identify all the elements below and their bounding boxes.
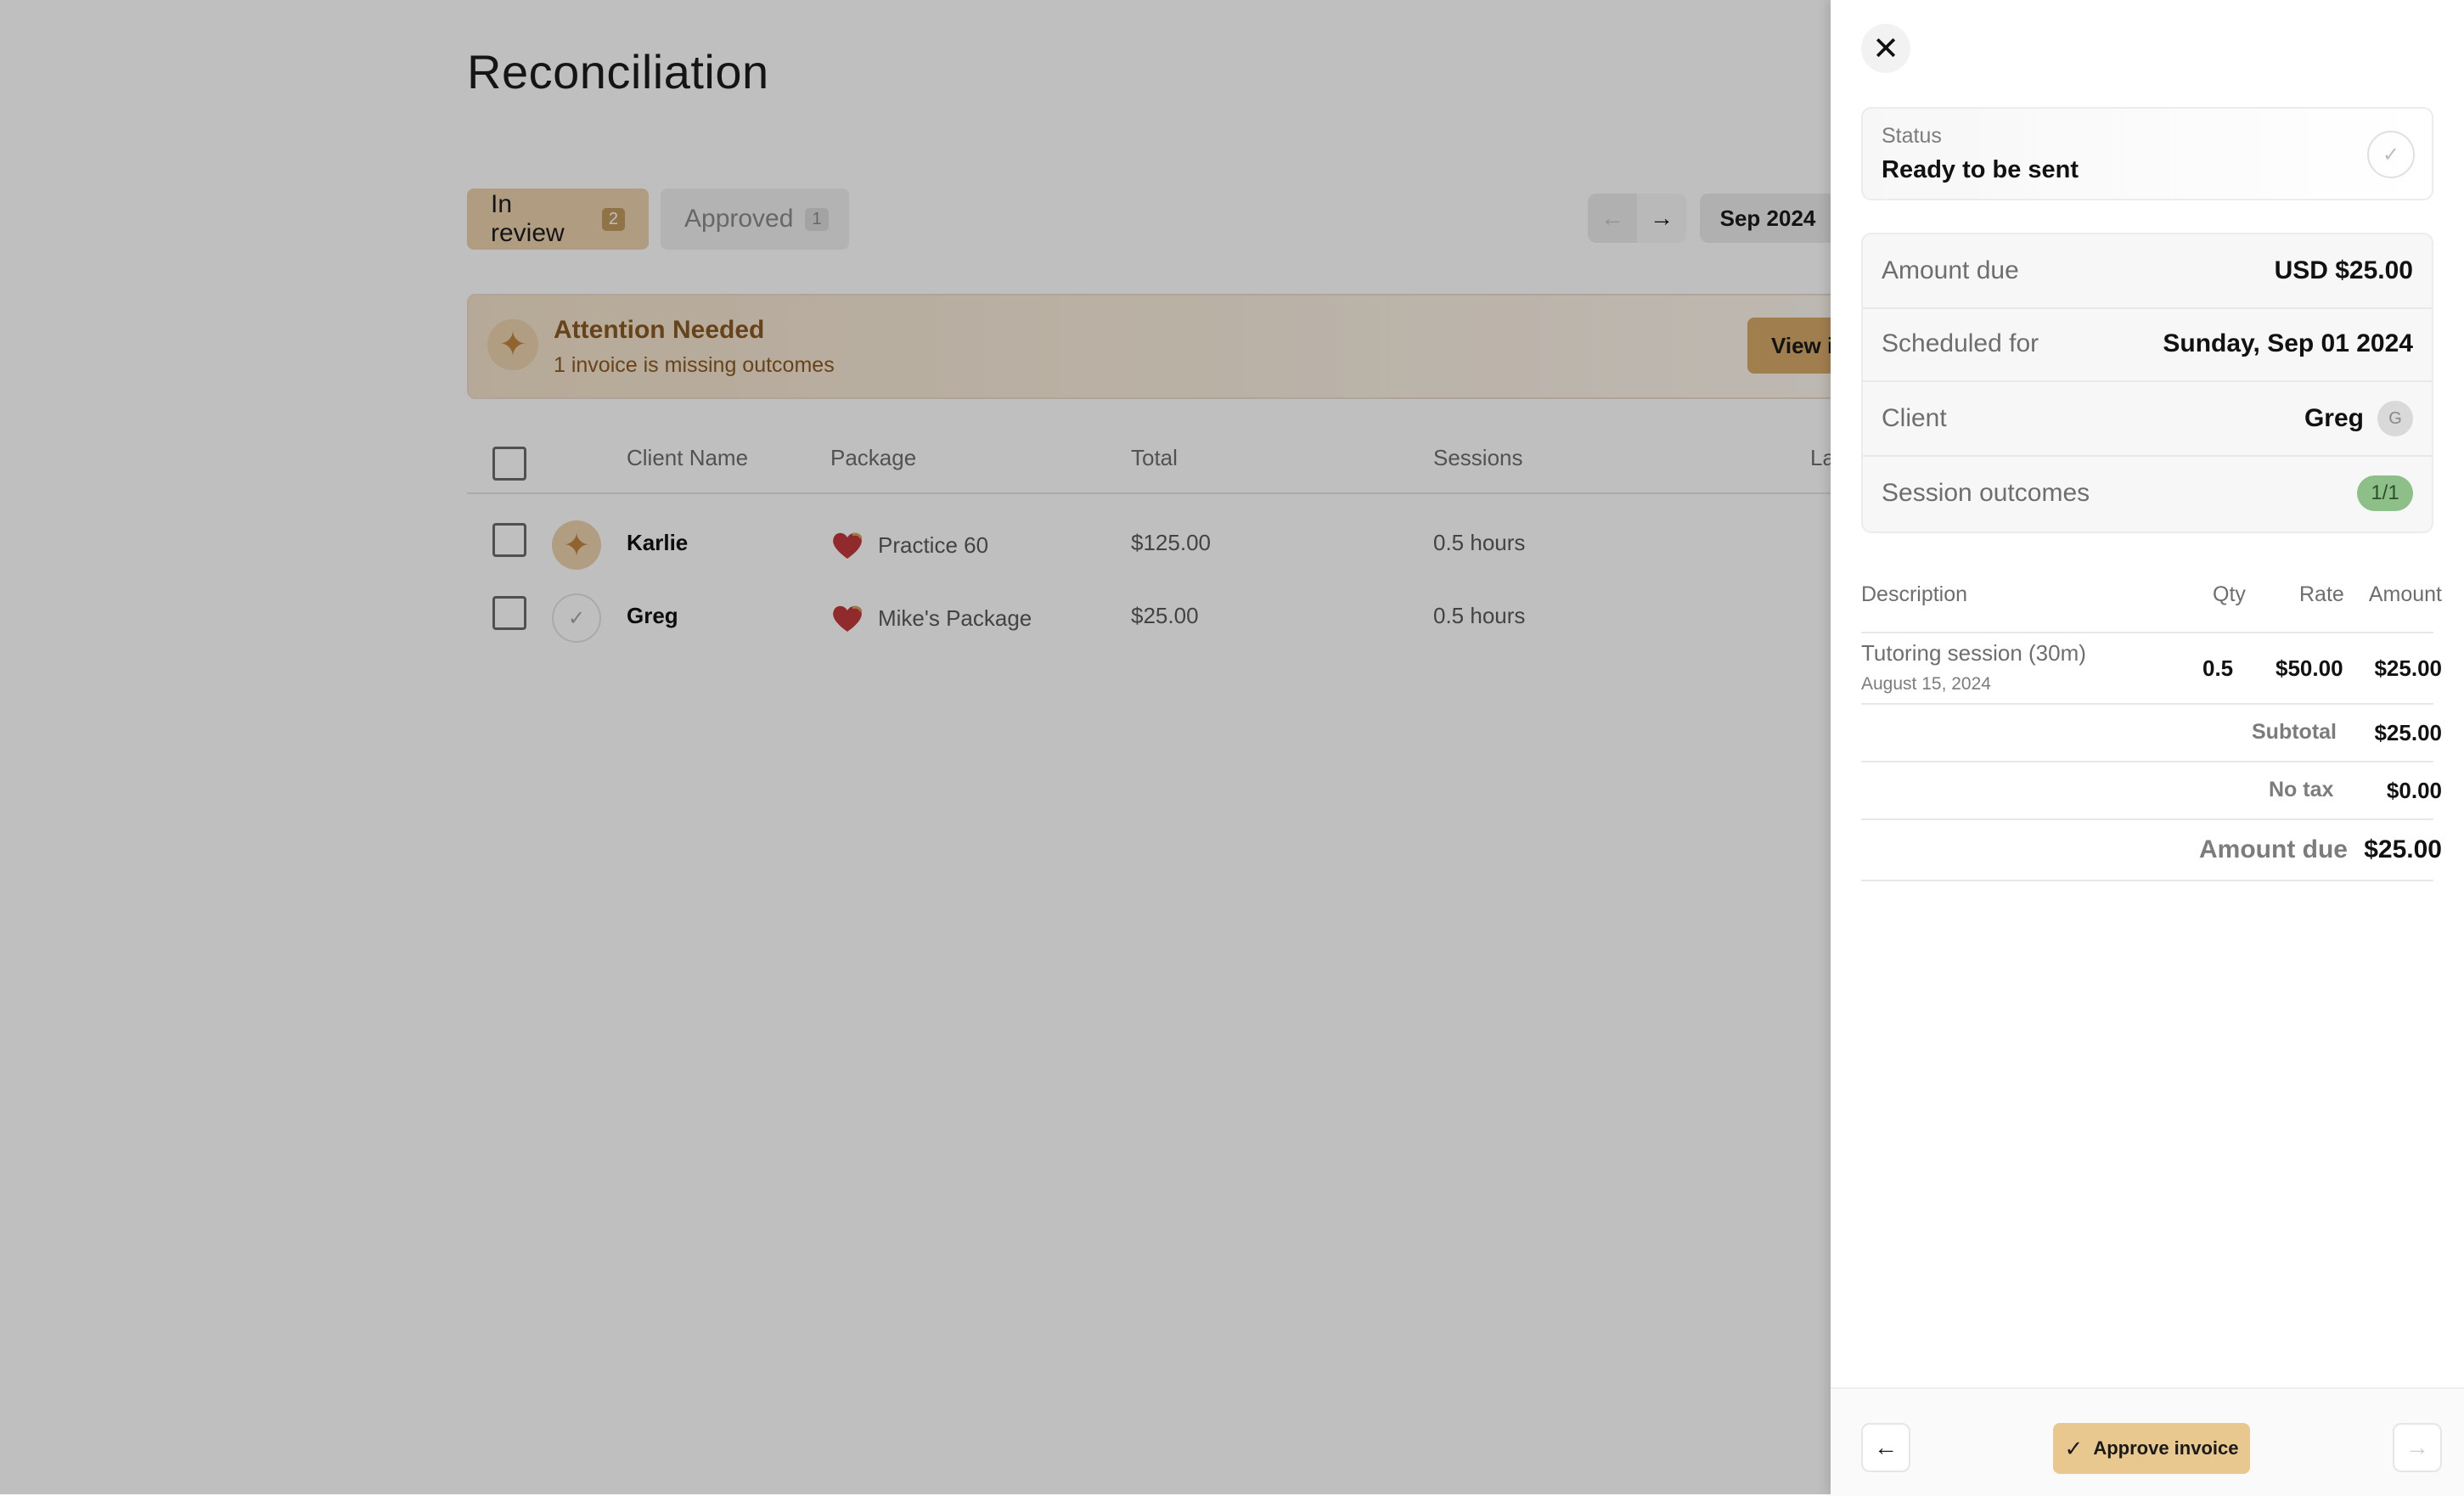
status-value: Ready to be sent <box>1882 156 2079 183</box>
scheduled-row: Scheduled for Sunday, Sep 01 2024 <box>1863 307 2432 382</box>
line-item-description: Tutoring session (30m) <box>1861 640 2086 666</box>
approve-invoice-label: Approve invoice <box>2093 1437 2239 1459</box>
column-header-qty: Qty <box>2213 582 2246 606</box>
column-header-rate: Rate <box>2299 582 2344 606</box>
scheduled-value: Sunday, Sep 01 2024 <box>2163 329 2413 357</box>
close-icon: ✕ <box>1872 31 1899 67</box>
client-label: Client <box>1882 404 1947 432</box>
session-outcomes-row[interactable]: Session outcomes 1/1 <box>1863 457 2432 530</box>
client-value: Greg <box>2304 404 2364 432</box>
amount-due-row: Amount due USD $25.00 <box>1863 234 2432 309</box>
line-item-amount: $25.00 <box>2374 655 2442 681</box>
amount-due-total-value: $25.00 <box>2364 835 2442 863</box>
line-item-date: August 15, 2024 <box>1861 674 1991 694</box>
amount-due-total-label: Amount due <box>2199 835 2348 863</box>
avatar: G <box>2377 401 2413 436</box>
tax-value: $0.00 <box>2386 778 2442 803</box>
status-card: Status Ready to be sent ✓ <box>1861 107 2433 200</box>
arrow-left-icon: ← <box>1874 1434 1898 1460</box>
line-item-qty: 0.5 <box>2202 655 2234 681</box>
divider <box>1861 632 2433 633</box>
subtotal-label: Subtotal <box>2252 720 2337 744</box>
session-outcomes-label: Session outcomes <box>1882 479 2090 507</box>
next-invoice-button[interactable]: → <box>2393 1423 2442 1472</box>
check-icon: ✓ <box>2367 131 2415 178</box>
divider <box>1861 880 2433 881</box>
subtotal-value: $25.00 <box>2374 720 2442 745</box>
amount-due-label: Amount due <box>1882 256 2019 284</box>
previous-invoice-button[interactable]: ← <box>1861 1423 1910 1472</box>
invoice-info-card: Amount due USD $25.00 Scheduled for Sund… <box>1861 233 2433 533</box>
status-label: Status <box>1882 124 1942 148</box>
divider <box>1861 818 2433 820</box>
session-outcomes-badge: 1/1 <box>2357 475 2413 511</box>
approve-invoice-button[interactable]: ✓ Approve invoice <box>2053 1423 2250 1474</box>
divider <box>1861 703 2433 705</box>
close-button[interactable]: ✕ <box>1861 24 1910 73</box>
line-item-rate: $50.00 <box>2276 655 2343 681</box>
invoice-drawer: ✕ Status Ready to be sent ✓ Amount due U… <box>1831 0 2464 1496</box>
client-row: Client Greg G <box>1863 382 2432 457</box>
modal-backdrop[interactable] <box>0 0 1831 1494</box>
divider <box>1861 761 2433 762</box>
drawer-footer: ← ✓ Approve invoice → <box>1831 1387 2464 1496</box>
scheduled-label: Scheduled for <box>1882 329 2039 357</box>
arrow-right-icon: → <box>2405 1434 2429 1460</box>
check-icon: ✓ <box>2064 1435 2084 1461</box>
amount-due-value: USD $25.00 <box>2274 256 2413 284</box>
column-header-description: Description <box>1861 582 1968 606</box>
column-header-amount: Amount <box>2368 582 2442 606</box>
tax-label: No tax <box>2269 778 2334 801</box>
